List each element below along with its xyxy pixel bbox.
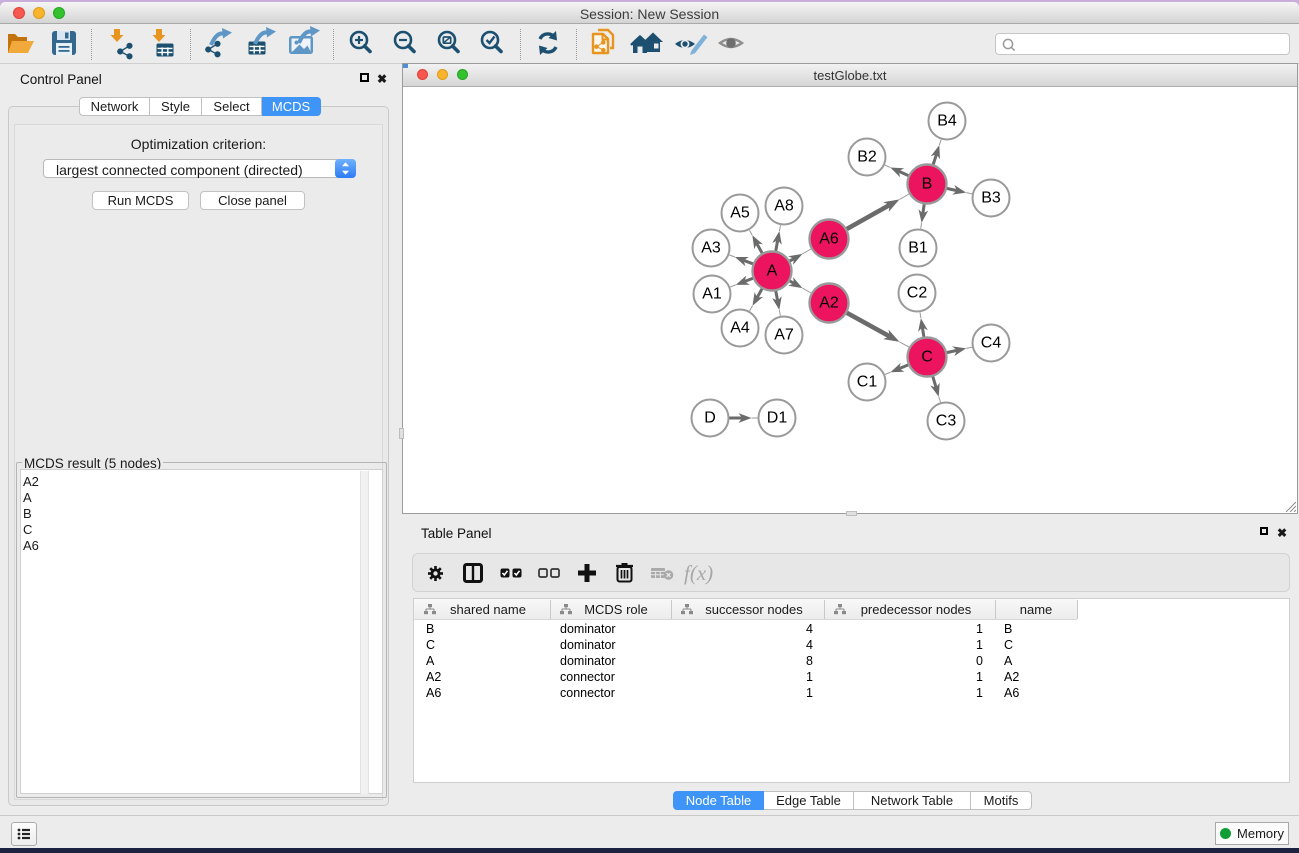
svg-text:C4: C4 bbox=[981, 335, 1002, 352]
svg-text:C: C bbox=[921, 349, 933, 366]
svg-text:C3: C3 bbox=[936, 413, 957, 430]
svg-text:C1: C1 bbox=[857, 374, 878, 391]
svg-text:B3: B3 bbox=[981, 190, 1001, 207]
svg-text:A7: A7 bbox=[774, 327, 794, 344]
svg-text:B1: B1 bbox=[908, 240, 928, 257]
svg-text:A2: A2 bbox=[819, 295, 839, 312]
svg-text:B: B bbox=[922, 176, 933, 193]
svg-text:A5: A5 bbox=[730, 205, 750, 222]
svg-text:A: A bbox=[767, 263, 778, 280]
svg-text:B4: B4 bbox=[937, 113, 957, 130]
svg-text:A6: A6 bbox=[819, 231, 839, 248]
svg-text:A8: A8 bbox=[774, 198, 794, 215]
svg-text:D: D bbox=[704, 410, 716, 427]
svg-text:A3: A3 bbox=[701, 240, 721, 257]
svg-text:B2: B2 bbox=[857, 149, 877, 166]
svg-text:A1: A1 bbox=[702, 286, 722, 303]
svg-text:A4: A4 bbox=[730, 320, 750, 337]
svg-text:C2: C2 bbox=[907, 285, 928, 302]
svg-text:D1: D1 bbox=[767, 410, 788, 427]
